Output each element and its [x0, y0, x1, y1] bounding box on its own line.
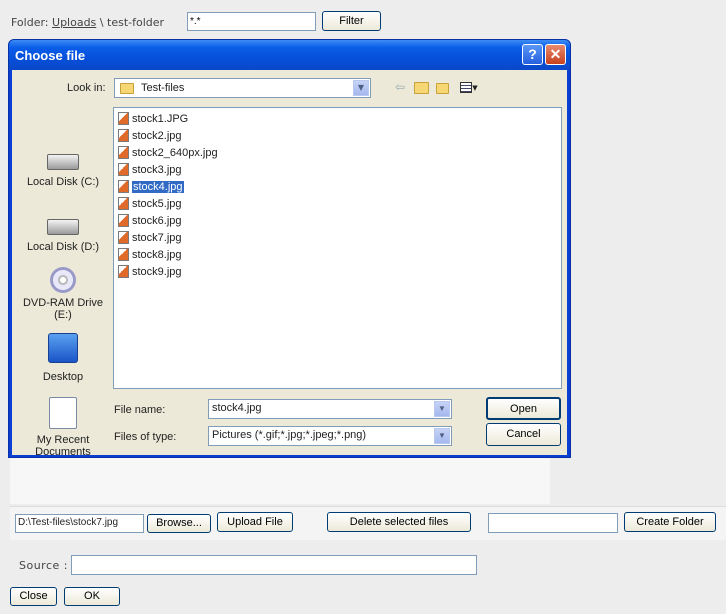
- place-label: Local Disk (C:): [26, 176, 100, 188]
- file-list-item[interactable]: stock8.jpg: [118, 247, 182, 263]
- upload-path-input[interactable]: D:\Test-files\stock7.jpg: [15, 514, 144, 533]
- file-name-label: File name:: [114, 404, 166, 416]
- dialog-title: Choose file: [15, 48, 86, 63]
- image-file-icon: [118, 180, 129, 193]
- place-label: DVD-RAM Drive (E:): [22, 297, 104, 321]
- source-label: Source :: [19, 559, 68, 572]
- file-name-field[interactable]: stock4.jpg ▼: [208, 399, 452, 419]
- file-name: stock8.jpg: [132, 249, 182, 261]
- place-local-disk-c[interactable]: Local Disk (C:): [22, 146, 104, 188]
- file-name: stock3.jpg: [132, 164, 182, 176]
- file-name: stock6.jpg: [132, 215, 182, 227]
- folder-icon: [120, 83, 134, 94]
- chevron-down-icon[interactable]: ▼: [353, 80, 369, 96]
- dvd-drive-icon: [50, 267, 76, 293]
- hard-drive-icon: [47, 154, 79, 170]
- new-folder-icon[interactable]: [436, 79, 452, 95]
- create-folder-button[interactable]: Create Folder: [624, 512, 716, 532]
- file-name: stock1.JPG: [132, 113, 189, 125]
- hard-drive-icon: [47, 219, 79, 235]
- image-file-icon: [118, 163, 129, 176]
- file-list-item[interactable]: stock1.JPG: [118, 111, 188, 127]
- file-list-item[interactable]: stock3.jpg: [118, 162, 182, 178]
- file-list-item[interactable]: stock2.jpg: [118, 128, 182, 144]
- open-button[interactable]: Open: [486, 397, 561, 420]
- file-name-value: stock4.jpg: [212, 402, 262, 414]
- file-name: stock2_640px.jpg: [132, 147, 218, 159]
- file-list[interactable]: stock1.JPG stock2.jpg stock2_640px.jpgstoc…: [113, 107, 562, 389]
- file-list-item[interactable]: stock2_640px.jpg: [118, 145, 218, 161]
- place-dvd-drive[interactable]: DVD-RAM Drive (E:): [22, 267, 104, 321]
- image-file-icon: [118, 248, 129, 261]
- file-name: stock9.jpg: [132, 266, 182, 278]
- file-list-item[interactable]: stock7.jpg: [118, 230, 182, 246]
- file-list-item[interactable]: stock4.jpg: [118, 179, 184, 195]
- look-in-value: Test-files: [141, 82, 185, 94]
- folder-breadcrumb: Folder: Uploads \ test-folder: [11, 16, 164, 29]
- browse-button[interactable]: Browse...: [147, 514, 211, 533]
- uploads-link[interactable]: Uploads: [52, 16, 96, 29]
- file-name: stock2.jpg: [132, 130, 182, 142]
- image-file-icon: [118, 112, 129, 125]
- look-in-combo[interactable]: Test-files ▼: [114, 78, 371, 98]
- view-menu-icon[interactable]: ▼: [458, 79, 480, 95]
- file-name: stock5.jpg: [132, 198, 182, 210]
- files-of-type-label: Files of type:: [114, 431, 177, 443]
- choose-file-dialog: Choose file ? ✕ Look in: Test-files ▼ ⇦ …: [8, 39, 571, 458]
- desktop-icon: [48, 333, 78, 363]
- look-in-label: Look in:: [67, 82, 106, 94]
- chevron-down-icon[interactable]: ▼: [434, 428, 450, 444]
- place-label: Local Disk (D:): [26, 241, 100, 253]
- image-file-icon: [118, 214, 129, 227]
- place-label: My Recent Documents: [35, 434, 91, 458]
- file-name: stock7.jpg: [132, 232, 182, 244]
- image-file-icon: [118, 265, 129, 278]
- up-folder-icon[interactable]: [414, 79, 430, 95]
- delete-selected-files-button[interactable]: Delete selected files: [327, 512, 471, 532]
- place-label: Desktop: [42, 371, 84, 383]
- chevron-down-icon[interactable]: ▼: [434, 401, 450, 417]
- dialog-client: Look in: Test-files ▼ ⇦ ▼ Local Disk (C:…: [12, 70, 567, 458]
- current-folder: test-folder: [107, 16, 165, 29]
- new-folder-input[interactable]: [488, 513, 618, 533]
- close-button[interactable]: ✕: [545, 44, 566, 65]
- folder-label: Folder:: [11, 16, 49, 29]
- file-list-item[interactable]: stock5.jpg: [118, 196, 182, 212]
- back-arrow-icon[interactable]: ⇦: [392, 79, 408, 95]
- files-of-type-combo[interactable]: Pictures (*.gif;*.jpg;*.jpeg;*.png) ▼: [208, 426, 452, 446]
- image-file-icon: [118, 146, 129, 159]
- place-my-recent-documents[interactable]: My Recent Documents: [22, 397, 104, 458]
- cancel-button[interactable]: Cancel: [486, 423, 561, 446]
- image-file-icon: [118, 231, 129, 244]
- recent-documents-icon: [49, 397, 77, 429]
- source-input[interactable]: [71, 555, 477, 575]
- image-file-icon: [118, 129, 129, 142]
- file-name: stock4.jpg: [132, 181, 184, 193]
- upload-toolbar: D:\Test-files\stock7.jpg Browse... Uploa…: [10, 506, 726, 540]
- place-desktop[interactable]: Desktop: [22, 333, 104, 383]
- files-of-type-value: Pictures (*.gif;*.jpg;*.jpeg;*.png): [212, 429, 367, 441]
- help-button[interactable]: ?: [522, 44, 543, 65]
- place-local-disk-d[interactable]: Local Disk (D:): [22, 211, 104, 253]
- ok-button[interactable]: OK: [64, 587, 120, 606]
- close-page-button[interactable]: Close: [10, 587, 57, 606]
- upload-file-button[interactable]: Upload File: [217, 512, 293, 532]
- filter-button[interactable]: Filter: [322, 11, 381, 31]
- file-list-item[interactable]: stock6.jpg: [118, 213, 182, 229]
- dialog-titlebar[interactable]: Choose file ? ✕: [9, 40, 570, 70]
- breadcrumb-separator: \: [99, 16, 104, 29]
- blank-panel: [10, 458, 550, 504]
- file-list-item[interactable]: stock9.jpg: [118, 264, 182, 280]
- filter-input[interactable]: [187, 12, 316, 31]
- image-file-icon: [118, 197, 129, 210]
